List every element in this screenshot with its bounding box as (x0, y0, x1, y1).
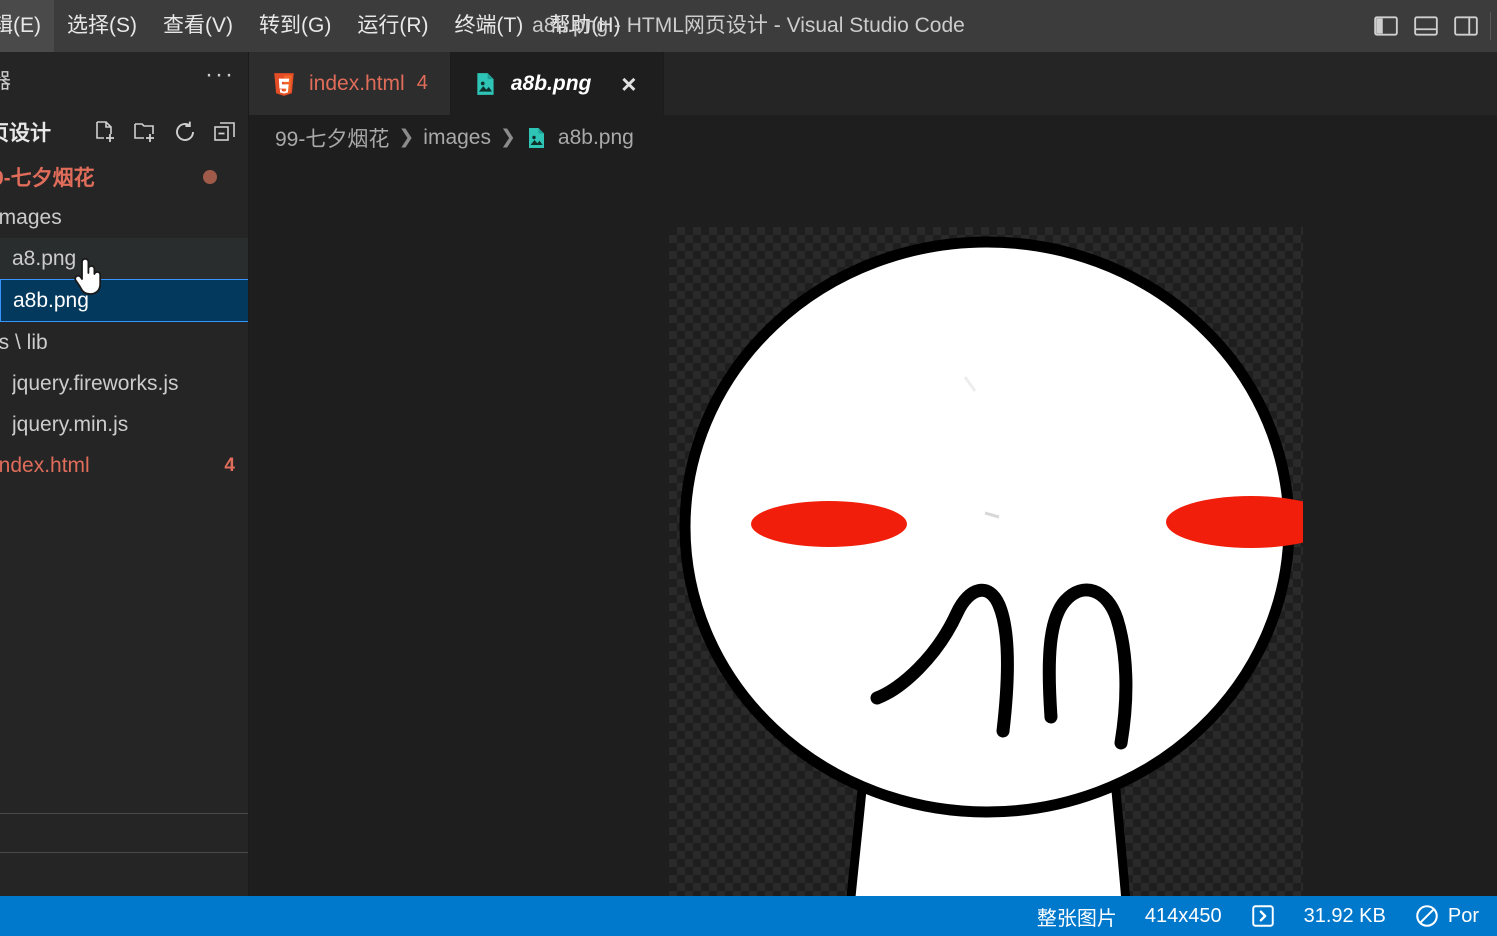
toggle-panel-icon[interactable] (1413, 13, 1439, 39)
explorer-section-title: 页设计 (0, 122, 51, 145)
tree-item-a8b-png[interactable]: a8b.png (0, 279, 249, 322)
tree-item-label: jquery.fireworks.js (12, 371, 179, 395)
explorer-sidebar: 器 ··· 页设计 (0, 52, 249, 896)
tree-item-jquery-min-js[interactable]: jquery.min.js (0, 404, 249, 445)
tree-item-label: 9-七夕烟花 (0, 166, 95, 190)
status-label: 整张图片 (1036, 907, 1117, 930)
vscode-window: 辑(E) 选择(S) 查看(V) 转到(G) 运行(R) 终端(T) 帮助(H) a8b.p… (0, 0, 1497, 936)
tree-item-jquery-fireworks-js[interactable]: jquery.fireworks.js (0, 363, 249, 404)
tree-item-label: a8b.png (13, 288, 89, 312)
tree-item-project-folder[interactable]: 9-七夕烟花 (0, 156, 249, 197)
menu-help[interactable]: 帮助(H) (536, 0, 633, 52)
image-preview-area[interactable] (249, 160, 1497, 896)
toggle-secondary-sidebar-icon[interactable] (1453, 13, 1479, 39)
tree-item-badge: 4 (224, 454, 235, 476)
layout-controls (1373, 0, 1479, 52)
sidebar-section-divider-2 (0, 852, 249, 853)
tab-index-html[interactable]: index.html 4 (249, 52, 451, 115)
explorer-header: 器 ··· (0, 52, 249, 108)
status-bar: 整张图片 414x450 31.92 KB Por (0, 896, 1497, 936)
zoom-size-icon (1251, 905, 1274, 927)
file-tree: 9-七夕烟花 images a8.png a8b.png js \ lib jquery.… (0, 156, 249, 486)
tab-a8b-png[interactable]: a8b.png × (450, 52, 665, 115)
explorer-more-actions-icon[interactable]: ··· (205, 63, 235, 91)
status-dimensions[interactable]: 414x450 (1131, 896, 1236, 936)
tab-label: index.html (309, 71, 405, 95)
explorer-section-actions (93, 120, 237, 144)
menu-bar: 辑(E) 选择(S) 查看(V) 转到(G) 运行(R) 终端(T) 帮助(H) (0, 0, 633, 52)
status-label: 414x450 (1144, 904, 1222, 927)
tree-item-label: a8.png (12, 246, 77, 270)
tree-item-index-html[interactable]: index.html 4 (0, 445, 249, 486)
menu-view[interactable]: 查看(V) (150, 0, 246, 52)
breadcrumb-separator-icon: ❯ (398, 127, 415, 148)
tree-item-label: index.html (0, 453, 90, 477)
status-ports[interactable]: Por (1400, 896, 1493, 936)
breadcrumb-project[interactable]: 99-七夕烟花 (275, 123, 389, 153)
titlebar-divider (1490, 12, 1491, 40)
image-file-icon (477, 72, 494, 95)
tree-item-label: jquery.min.js (12, 412, 129, 436)
menu-terminal[interactable]: 终端(T) (441, 0, 536, 52)
breadcrumb-file[interactable]: a8b.png (558, 126, 634, 150)
menu-edit[interactable]: 辑(E) (0, 0, 54, 52)
html5-file-icon (274, 72, 294, 96)
status-file-size[interactable]: 31.92 KB (1290, 896, 1400, 936)
toggle-primary-sidebar-icon[interactable] (1373, 13, 1399, 39)
image-file-icon (528, 127, 544, 148)
status-zoom-toggle[interactable] (1236, 896, 1290, 936)
breadcrumb-separator-icon: ❯ (499, 127, 516, 148)
menu-select[interactable]: 选择(S) (54, 0, 150, 52)
new-folder-icon[interactable] (133, 120, 157, 144)
menu-go[interactable]: 转到(G) (246, 0, 344, 52)
sidebar-section-divider-1 (0, 813, 249, 814)
explorer-title: 器 (0, 70, 11, 93)
tree-item-label: js \ lib (0, 330, 48, 354)
status-label: 31.92 KB (1303, 904, 1386, 927)
tree-item-a8-png[interactable]: a8.png (0, 238, 249, 279)
status-whole-image[interactable]: 整张图片 (1023, 896, 1131, 936)
new-file-icon[interactable] (93, 120, 117, 144)
tree-item-label: images (0, 205, 62, 229)
status-label: Por (1447, 904, 1479, 927)
image-canvas (669, 227, 1303, 896)
breadcrumb: 99-七夕烟花 ❯ images ❯ a8b.png (249, 115, 1497, 160)
tab-badge: 4 (416, 72, 428, 94)
title-bar: 辑(E) 选择(S) 查看(V) 转到(G) 运行(R) 终端(T) 帮助(H) a8b.p… (0, 0, 1497, 52)
folder-modified-dot (203, 169, 217, 184)
ports-forwarded-icon (1416, 905, 1438, 927)
tree-item-js-lib-folder[interactable]: js \ lib (0, 322, 249, 363)
menu-run[interactable]: 运行(R) (344, 0, 441, 52)
tab-label: a8b.png (510, 71, 592, 95)
collapse-folders-icon[interactable] (213, 120, 237, 144)
preview-illustration (679, 236, 1303, 896)
refresh-explorer-icon[interactable] (173, 120, 197, 144)
breadcrumb-images[interactable]: images (423, 126, 491, 150)
tab-close-icon[interactable]: × (615, 71, 641, 97)
tree-item-images-folder[interactable]: images (0, 197, 249, 238)
tab-bar: index.html 4 a8b.png × (249, 52, 1497, 115)
editor-area: index.html 4 a8b.png × 99-七夕烟花 ❯ images ❯ a8b.p… (249, 52, 1497, 896)
explorer-section-header[interactable]: 页设计 (0, 108, 249, 156)
